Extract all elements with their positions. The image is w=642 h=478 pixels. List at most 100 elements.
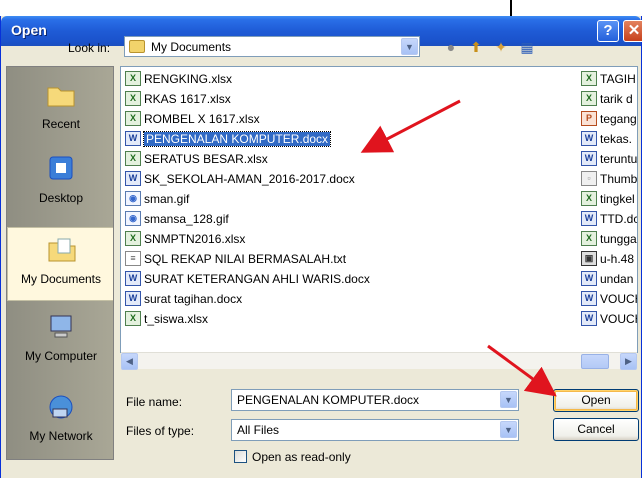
read-only-label: Open as read-only xyxy=(252,450,351,464)
scrollbar-thumb[interactable] xyxy=(581,354,609,369)
file-list-item[interactable]: Xtarik d xyxy=(581,90,633,107)
file-name-text: SK_SEKOLAH-AMAN_2016-2017.docx xyxy=(144,171,355,186)
xlsx-file-icon: X xyxy=(581,231,597,246)
open-button[interactable]: Open xyxy=(553,389,639,412)
file-list-item[interactable]: ◉ smansa_128.gif xyxy=(125,210,229,227)
window-title: Open xyxy=(11,22,47,38)
file-list-item[interactable]: W PENGENALAN KOMPUTER.docx xyxy=(125,130,332,147)
chevron-down-icon[interactable]: ▼ xyxy=(401,38,418,55)
cancel-button[interactable]: Cancel xyxy=(553,418,639,441)
file-list-item[interactable]: W SK_SEKOLAH-AMAN_2016-2017.docx xyxy=(125,170,355,187)
file-name-text: tekas. xyxy=(600,131,633,146)
file-list-item[interactable]: X RKAS 1617.xlsx xyxy=(125,90,231,107)
docx-file-icon: W xyxy=(581,211,597,226)
file-list-item[interactable]: Wundan xyxy=(581,270,633,287)
xlsx-file-icon: X xyxy=(125,151,141,166)
place-label: My Computer xyxy=(24,349,98,363)
file-name-text: PENGENALAN KOMPUTER.docx xyxy=(142,130,332,147)
look-in-dropdown[interactable]: My Documents ▼ xyxy=(124,36,420,57)
file-name-value: PENGENALAN KOMPUTER.docx xyxy=(237,393,420,407)
file-name-text: VOUCH xyxy=(600,311,637,326)
view-menu-icon[interactable]: ▦ xyxy=(518,38,536,56)
file-list-item[interactable]: Xtungga xyxy=(581,230,637,247)
desktop-icon xyxy=(49,156,73,180)
file-list-item[interactable]: ▫ Thumb xyxy=(581,170,637,187)
place-my-documents[interactable]: My Documents xyxy=(7,227,113,301)
file-list-item[interactable]: X SNMPTN2016.xlsx xyxy=(125,230,245,247)
scroll-right-icon[interactable]: ▶ xyxy=(620,353,637,370)
file-name-text: TAGIH xyxy=(600,71,636,86)
back-icon[interactable]: ● xyxy=(442,38,460,56)
file-name-text: tungga xyxy=(600,231,637,246)
file-list-item[interactable]: W SURAT KETERANGAN AHLI WARIS.docx xyxy=(125,270,370,287)
file-type-dropdown[interactable]: All Files ▼ xyxy=(231,419,519,441)
file-type-value: All Files xyxy=(237,423,280,437)
file-name-text: SURAT KETERANGAN AHLI WARIS.docx xyxy=(144,271,370,286)
file-name-text: undan xyxy=(600,271,634,286)
place-label: My Documents xyxy=(20,272,102,286)
close-button[interactable]: ✕ xyxy=(623,20,642,42)
chevron-down-icon[interactable]: ▼ xyxy=(500,421,517,438)
file-type-label: Files of type: xyxy=(126,424,195,438)
recent-folder-icon xyxy=(47,87,75,107)
help-button[interactable]: ? xyxy=(597,20,619,42)
docx-file-icon: W xyxy=(581,131,597,146)
horizontal-scrollbar[interactable]: ◀ ▶ xyxy=(121,352,637,370)
xlsx-file-icon: X xyxy=(125,311,141,326)
file-list-item[interactable]: WVOUCH xyxy=(581,290,637,307)
look-in-label: Look in: xyxy=(68,41,111,55)
docx-file-icon: W xyxy=(581,271,597,286)
xlsx-file-icon: X xyxy=(125,91,141,106)
up-folder-icon[interactable]: ⬆ xyxy=(467,38,485,56)
place-recent[interactable]: Recent xyxy=(7,73,113,147)
file-name-text: SQL REKAP NILAI BERMASALAH.txt xyxy=(144,251,347,266)
xlsx-file-icon: X xyxy=(581,91,597,106)
docx-file-icon: W xyxy=(125,291,141,306)
docx-file-icon: W xyxy=(125,171,141,186)
file-name-text: tegang xyxy=(600,111,637,126)
file-list-item[interactable]: Wtekas. xyxy=(581,130,632,147)
file-list[interactable]: X RENGKING.xlsx X RKAS 1617.xlsx X ROMBEL X 1… xyxy=(120,66,638,353)
file-list-item[interactable]: ◉ sman.gif xyxy=(125,190,189,207)
new-folder-icon[interactable]: ✦ xyxy=(492,38,510,56)
read-only-checkbox[interactable] xyxy=(234,450,247,463)
file-list-item[interactable]: Wteruntu xyxy=(581,150,637,167)
folder-icon xyxy=(129,40,145,53)
docx-file-icon: W xyxy=(581,311,597,326)
file-name-input[interactable]: PENGENALAN KOMPUTER.docx ▼ xyxy=(231,389,519,411)
place-desktop[interactable]: Desktop xyxy=(7,147,113,221)
file-list-item[interactable]: X TAGIH xyxy=(581,70,636,87)
xlsx-file-icon: X xyxy=(581,191,597,206)
file-list-item[interactable]: W TTD.dc xyxy=(581,210,637,227)
file-name-text: SNMPTN2016.xlsx xyxy=(144,231,246,246)
file-list-item[interactable]: Wsurat tagihan.docx xyxy=(125,290,242,307)
gif-file-icon: ◉ xyxy=(125,211,141,226)
place-my-computer[interactable]: My Computer xyxy=(7,305,113,379)
place-my-network[interactable]: My Network xyxy=(7,385,113,459)
places-bar: Recent Desktop My Documents My Computer … xyxy=(6,66,114,460)
file-list-item[interactable]: Xtingkel xyxy=(581,190,635,207)
my-documents-folder-icon xyxy=(48,238,76,262)
ppt-file-icon: P xyxy=(581,111,597,126)
file-list-item[interactable]: Ptegang xyxy=(581,110,637,127)
text-cursor-line xyxy=(510,0,512,16)
file-list-item[interactable]: ≡ SQL REKAP NILAI BERMASALAH.txt xyxy=(125,250,346,267)
file-list-item[interactable]: Xt_siswa.xlsx xyxy=(125,310,208,327)
file-name-text: t_siswa.xlsx xyxy=(144,311,209,326)
file-name-text: smansa_128.gif xyxy=(144,211,229,226)
file-list-item[interactable]: WVOUCH xyxy=(581,310,637,327)
chevron-down-icon[interactable]: ▼ xyxy=(500,391,517,408)
file-name-text: u-h.48 xyxy=(600,251,635,266)
file-name-text: RENGKING.xlsx xyxy=(144,71,233,86)
file-list-item[interactable]: X SERATUS BESAR.xlsx xyxy=(125,150,268,167)
file-list-item[interactable]: X ROMBEL X 1617.xlsx xyxy=(125,110,260,127)
file-name-text: ROMBEL X 1617.xlsx xyxy=(144,111,260,126)
file-name-text: SERATUS BESAR.xlsx xyxy=(144,151,268,166)
file-list-item[interactable]: ▣ u-h.48 xyxy=(581,250,634,267)
docx-file-icon: W xyxy=(581,151,597,166)
look-in-value: My Documents xyxy=(151,40,232,54)
file-list-item[interactable]: X RENGKING.xlsx xyxy=(125,70,232,87)
file-name-text: sman.gif xyxy=(144,191,190,206)
place-label: My Network xyxy=(29,429,93,443)
scroll-left-icon[interactable]: ◀ xyxy=(121,353,138,370)
